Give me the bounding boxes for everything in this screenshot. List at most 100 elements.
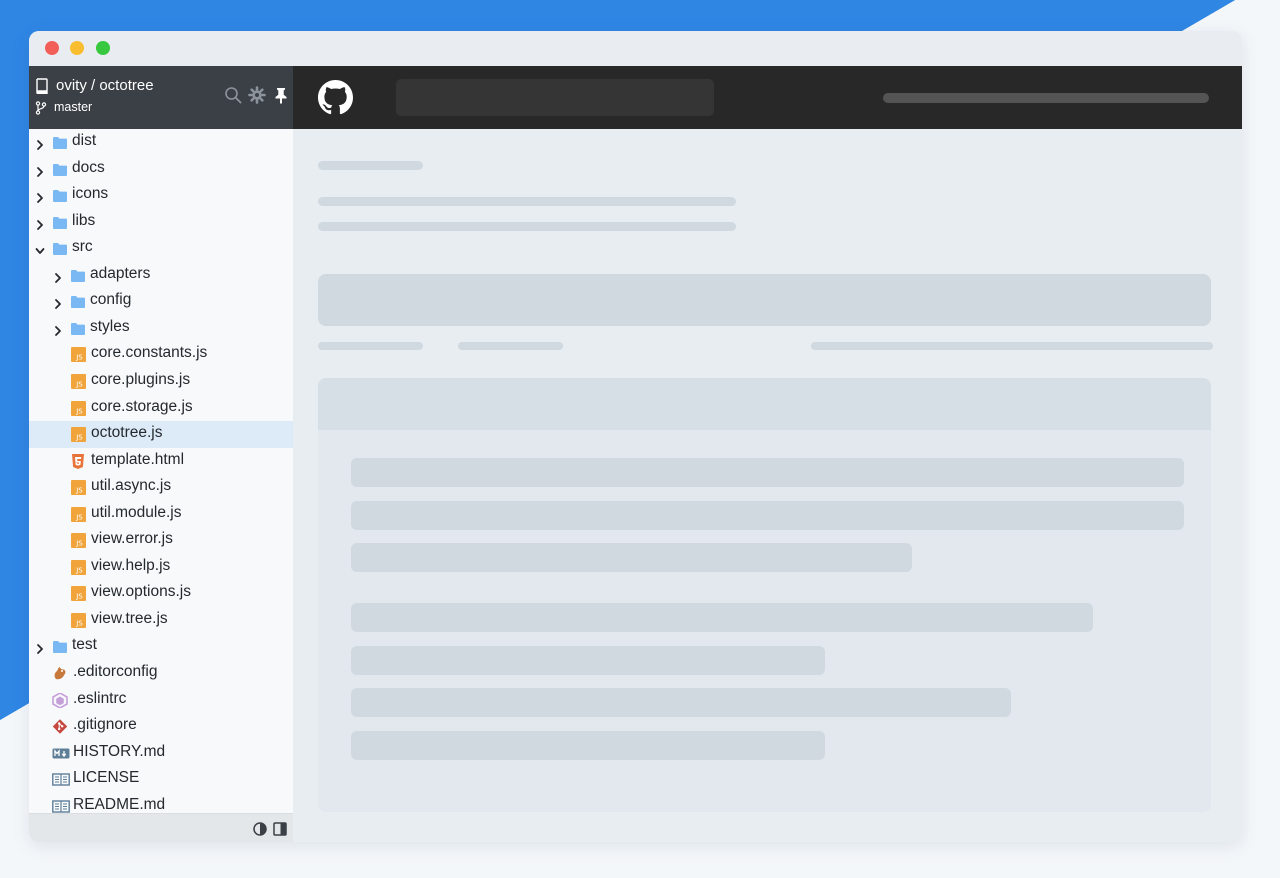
tree-file-row[interactable]: .gitignore <box>29 713 293 740</box>
skeleton-panel-header <box>318 378 1211 430</box>
tree-folder-row[interactable]: src <box>29 235 293 262</box>
minimize-window-button[interactable] <box>70 41 84 55</box>
chevron-right-icon[interactable] <box>35 216 45 230</box>
tree-folder-row[interactable]: dist <box>29 129 293 156</box>
chevron-right-icon[interactable] <box>53 322 63 336</box>
js-file-icon: JS <box>70 427 86 443</box>
tree-item-label: octotree.js <box>91 424 163 442</box>
skeleton-line <box>351 646 825 675</box>
tree-item-label: view.help.js <box>91 556 171 574</box>
branch-name[interactable]: master <box>54 100 92 114</box>
svg-text:JS: JS <box>75 354 83 362</box>
tree-file-row[interactable]: .editorconfig <box>29 660 293 687</box>
tree-folder-row[interactable]: test <box>29 633 293 660</box>
js-file-icon: JS <box>70 400 86 416</box>
tree-item-label: core.constants.js <box>91 344 208 362</box>
tree-file-row[interactable]: README.md <box>29 793 293 813</box>
folder-icon <box>52 188 68 203</box>
tree-item-label: test <box>72 636 97 654</box>
contrast-icon[interactable] <box>253 822 267 836</box>
tree-file-row[interactable]: JS util.module.js <box>29 501 293 528</box>
editorconfig-icon <box>52 666 68 681</box>
folder-icon <box>52 162 68 177</box>
tree-item-label: core.plugins.js <box>91 370 191 388</box>
svg-text:JS: JS <box>75 487 83 495</box>
tree-file-row[interactable]: JS octotree.js <box>29 421 293 448</box>
pin-icon[interactable] <box>272 86 290 104</box>
skeleton-line <box>318 161 423 170</box>
tree-file-row[interactable]: JS core.storage.js <box>29 395 293 422</box>
folder-icon <box>52 241 68 256</box>
file-tree: dist docs icons libs src adapters config styles… <box>29 129 293 813</box>
repo-name[interactable]: ovity / octotree <box>56 77 154 94</box>
github-icon[interactable] <box>318 80 353 115</box>
panel-toggle-icon[interactable] <box>273 822 287 836</box>
tree-item-label: view.tree.js <box>91 609 168 627</box>
folder-icon <box>70 321 86 336</box>
tree-file-row[interactable]: LICENSE <box>29 766 293 793</box>
skeleton-line <box>811 342 1213 350</box>
tree-item-label: template.html <box>91 450 185 468</box>
js-file-icon: JS <box>70 506 86 522</box>
chevron-right-icon[interactable] <box>35 189 45 203</box>
tree-file-row[interactable]: JS util.async.js <box>29 474 293 501</box>
markdown-icon <box>52 746 70 761</box>
gear-icon[interactable] <box>248 86 266 104</box>
chevron-right-icon[interactable] <box>35 640 45 655</box>
tree-file-row[interactable]: JS view.tree.js <box>29 607 293 634</box>
tree-folder-row[interactable]: docs <box>29 156 293 183</box>
svg-text:JS: JS <box>75 593 83 601</box>
chevron-right-icon[interactable] <box>35 136 45 150</box>
search-icon[interactable] <box>224 86 242 104</box>
octotree-sidebar: ovity / octotree master dist docs icons … <box>29 66 293 842</box>
tree-item-label: util.module.js <box>91 503 182 521</box>
tree-item-label: .gitignore <box>73 716 137 734</box>
skeleton-line <box>351 688 1011 717</box>
tree-folder-row[interactable]: adapters <box>29 262 293 289</box>
chevron-right-icon[interactable] <box>53 269 63 283</box>
tree-folder-row[interactable]: icons <box>29 182 293 209</box>
zoom-window-button[interactable] <box>96 41 110 55</box>
skeleton-line <box>318 342 423 350</box>
tree-file-row[interactable]: JS view.error.js <box>29 527 293 554</box>
sidebar-header: ovity / octotree master <box>29 66 293 129</box>
tree-folder-row[interactable]: styles <box>29 315 293 342</box>
tree-folder-row[interactable]: config <box>29 288 293 315</box>
chevron-right-icon[interactable] <box>53 295 63 310</box>
js-file-icon: JS <box>70 480 86 496</box>
tree-file-row[interactable]: JS view.help.js <box>29 554 293 581</box>
skeleton-line <box>351 731 825 760</box>
js-file-icon: JS <box>70 612 86 628</box>
tree-file-row[interactable]: JS core.constants.js <box>29 341 293 368</box>
browser-window: ovity / octotree master dist docs icons … <box>29 31 1242 842</box>
skeleton-panel <box>318 378 1211 812</box>
book-icon <box>52 799 70 813</box>
github-header <box>293 66 1242 129</box>
chevron-right-icon[interactable] <box>35 163 45 177</box>
tree-item-label: view.options.js <box>91 583 191 601</box>
folder-icon <box>52 135 68 150</box>
tree-file-row[interactable]: JS core.plugins.js <box>29 368 293 395</box>
tree-item-label: .editorconfig <box>73 663 158 680</box>
sidebar-footer <box>29 813 293 842</box>
svg-text:JS: JS <box>75 513 83 521</box>
tree-folder-row[interactable]: libs <box>29 209 293 236</box>
svg-text:JS: JS <box>75 434 83 442</box>
eslint-icon <box>52 691 68 709</box>
tree-item-label: view.error.js <box>91 530 173 548</box>
tree-file-row[interactable]: JS view.options.js <box>29 580 293 607</box>
svg-text:JS: JS <box>75 407 83 415</box>
skeleton-line <box>318 222 736 231</box>
chevron-down-icon[interactable] <box>35 242 45 255</box>
close-window-button[interactable] <box>45 41 59 55</box>
tree-item-label: README.md <box>73 795 166 813</box>
tree-item-label: .eslintrc <box>73 689 127 707</box>
repo-icon <box>36 78 48 94</box>
github-search-input[interactable] <box>396 79 714 116</box>
folder-icon <box>70 294 86 309</box>
tree-file-row[interactable]: .eslintrc <box>29 687 293 714</box>
folder-icon <box>52 215 68 230</box>
tree-item-label: icons <box>72 185 109 203</box>
tree-file-row[interactable]: template.html <box>29 448 293 475</box>
tree-file-row[interactable]: HISTORY.md <box>29 740 293 767</box>
